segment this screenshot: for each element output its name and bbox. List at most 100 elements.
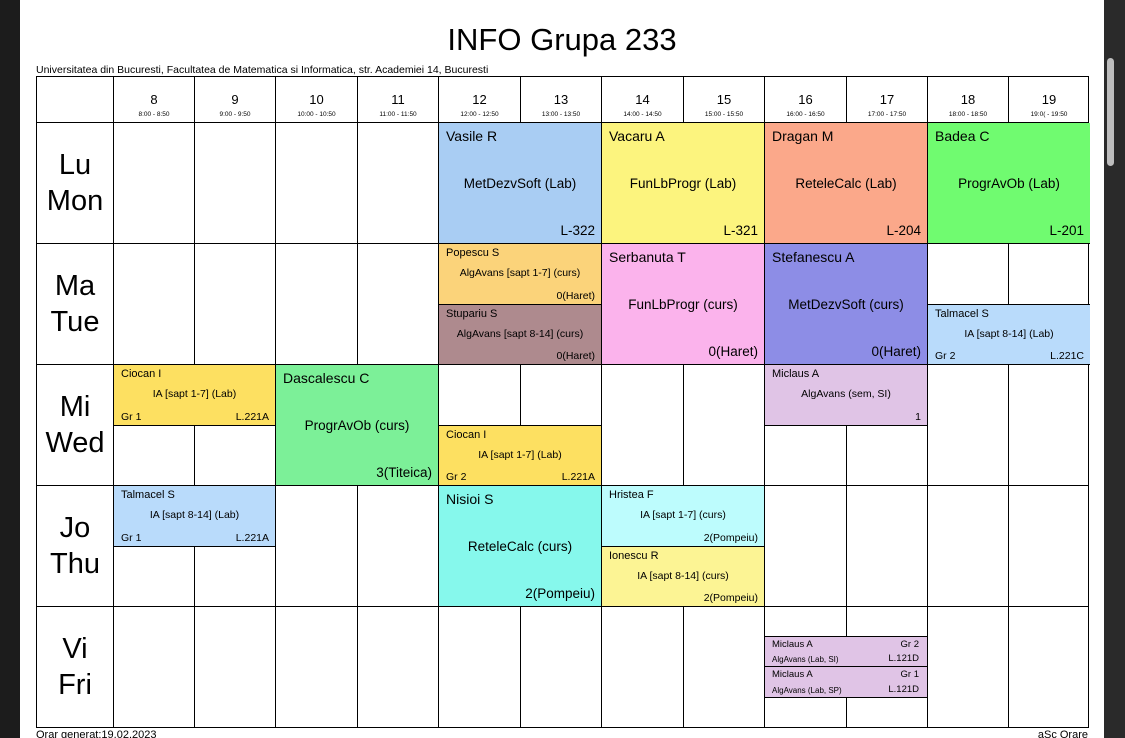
day-label-thu: Jo Thu: [37, 510, 113, 582]
room-label: L-201: [1049, 223, 1084, 238]
activity-block[interactable]: Dragan M ReteleCalc (Lab) L-204: [765, 123, 928, 244]
group-label: Gr 2: [446, 471, 467, 483]
subject-name: AlgAvans (sem, SI): [801, 388, 891, 400]
teacher-name: Miclaus A: [772, 368, 820, 380]
activity-block[interactable]: Ionescu R IA [sapt 8-14] (curs) 2(Pompei…: [602, 546, 765, 607]
hour-number: 13: [553, 92, 569, 107]
activity-block[interactable]: Badea C ProgrAvOb (Lab) L-201: [928, 123, 1090, 244]
subject-name: IA [sapt 1-7] (Lab): [478, 449, 562, 461]
subject-name: IA [sapt 8-14] (curs): [637, 570, 729, 582]
activity-block[interactable]: Hristea F IA [sapt 1-7] (curs) 2(Pompeiu…: [602, 486, 765, 547]
subject-name: AlgAvans (Lab, SI): [772, 655, 839, 664]
activity-block[interactable]: Ciocan I IA [sapt 1-7] (Lab) Gr 2 L.221A: [439, 425, 602, 486]
activity-block[interactable]: Popescu S AlgAvans [sapt 1-7] (curs) 0(H…: [439, 244, 602, 305]
teacher-name: Stupariu S: [446, 308, 498, 320]
room-label: L-322: [560, 223, 595, 238]
group-label: Gr 1: [900, 669, 919, 680]
room-label: 3(Titeica): [376, 465, 432, 480]
day-name-ro: Jo: [59, 512, 91, 544]
hour-time: 18:00 - 18:50: [948, 111, 988, 118]
subject-name: AlgAvans (Lab, SP): [772, 686, 842, 695]
hour-time: 11:00 - 11:50: [379, 111, 417, 118]
activity-block[interactable]: Miclaus A Gr 2 AlgAvans (Lab, SI) L.121D: [765, 636, 928, 667]
activity-block[interactable]: Stefanescu A MetDezvSoft (curs) 0(Haret): [765, 244, 928, 365]
hour-number: 12: [472, 92, 487, 107]
subject-name: FunLbProgr (curs): [628, 297, 738, 312]
activity-block[interactable]: Dascalescu C ProgrAvOb (curs) 3(Titeica): [276, 365, 439, 486]
hour-time: 17:00 - 17:50: [867, 111, 907, 118]
activity-block[interactable]: Talmacel S IA [sapt 8-14] (Lab) Gr 1 L.2…: [114, 486, 276, 547]
page-title: INFO Grupa 233: [447, 22, 677, 57]
day-label-fri: Vi Fri: [37, 631, 113, 703]
timetable-page: INFO Grupa 233 Universitatea din Bucures…: [20, 0, 1104, 738]
activity-block[interactable]: Ciocan I IA [sapt 1-7] (Lab) Gr 1 L.221A: [114, 365, 276, 426]
room-label: 1: [915, 411, 921, 423]
subject-name: ProgrAvOb (curs): [304, 418, 410, 433]
hour-number: 15: [716, 92, 732, 107]
room-label: L-204: [886, 223, 921, 238]
room-label: L-321: [723, 223, 758, 238]
day-name-en: Wed: [45, 427, 105, 459]
hour-number: 17: [879, 92, 895, 107]
activity-block[interactable]: Vasile R MetDezvSoft (Lab) L-322: [439, 123, 602, 244]
day-name-ro: Vi: [62, 633, 88, 665]
day-name-en: Thu: [50, 548, 100, 580]
hour-number: 16: [798, 92, 813, 107]
day-label-wed: Mi Wed: [37, 389, 113, 461]
teacher-name: Dascalescu C: [283, 370, 370, 386]
room-label: L.221A: [235, 411, 269, 423]
hour-number: 14: [635, 92, 650, 107]
teacher-name: Ciocan I: [121, 368, 162, 380]
generator-credit: aSc Orare: [1037, 729, 1088, 738]
hour-number: 19: [1041, 92, 1057, 107]
day-name-ro: Mi: [59, 391, 91, 423]
room-label: 2(Pompeiu): [703, 532, 758, 544]
activity-block[interactable]: Serbanuta T FunLbProgr (curs) 0(Haret): [602, 244, 765, 365]
subject-name: IA [sapt 8-14] (Lab): [149, 509, 240, 521]
subject-name: ReteleCalc (Lab): [795, 176, 897, 191]
room-label: 0(Haret): [708, 344, 758, 359]
room-label: 0(Haret): [556, 290, 595, 302]
activity-block[interactable]: Nisioi S ReteleCalc (curs) 2(Pompeiu): [439, 486, 602, 607]
day-name-ro: Ma: [54, 270, 96, 302]
group-label: Gr 2: [900, 639, 919, 650]
day-name-ro: Lu: [58, 149, 92, 181]
scrollbar-thumb[interactable]: [1107, 58, 1114, 166]
hour-time: 14:00 - 14:50: [623, 111, 662, 118]
teacher-name: Miclaus A: [772, 669, 813, 680]
hour-time: 15:00 - 15:50: [704, 111, 744, 118]
activity-block[interactable]: Stupariu S AlgAvans [sapt 8-14] (curs) 0…: [439, 305, 602, 365]
activity-block[interactable]: Vacaru A FunLbProgr (Lab) L-321: [602, 123, 765, 244]
hour-time: 10:00 - 10:50: [297, 111, 336, 118]
hour-time: 9:00 - 9:50: [219, 111, 251, 118]
teacher-name: Talmacel S: [121, 489, 175, 501]
hour-number: 10: [309, 92, 324, 107]
teacher-name: Dragan M: [772, 128, 834, 144]
teacher-name: Ciocan I: [446, 429, 487, 441]
subject-name: IA [sapt 8-14] (Lab): [964, 328, 1054, 340]
activity-block[interactable]: Talmacel S IA [sapt 8-14] (Lab) Gr 2 L.2…: [928, 304, 1090, 365]
subject-name: MetDezvSoft (curs): [788, 297, 904, 312]
room-label: L.121D: [888, 684, 919, 695]
day-name-en: Tue: [50, 306, 100, 338]
teacher-name: Talmacel S: [935, 308, 989, 320]
hour-time: 13:00 - 13:50: [541, 111, 581, 118]
subject-name: IA [sapt 1-7] (Lab): [152, 388, 237, 400]
activity-block[interactable]: Miclaus A Gr 1 AlgAvans (Lab, SP) L.121D: [765, 667, 928, 698]
subject-name: MetDezvSoft (Lab): [463, 176, 577, 191]
day-label-tue: Ma Tue: [37, 268, 113, 340]
hour-number: 11: [391, 92, 405, 107]
subject-name: IA [sapt 1-7] (curs): [640, 509, 726, 521]
teacher-name: Ionescu R: [609, 550, 659, 562]
hour-time: 19:0( - 19:50: [1030, 111, 1068, 118]
teacher-name: Stefanescu A: [772, 249, 855, 265]
generated-date: Orar generat:19.02.2023: [36, 729, 157, 738]
room-label: 2(Pompeiu): [703, 592, 758, 604]
day-name-en: Mon: [46, 185, 104, 217]
room-label: 2(Pompeiu): [525, 586, 595, 601]
teacher-name: Vacaru A: [609, 128, 665, 144]
university-address: Universitatea din Bucuresti, Facultatea …: [36, 64, 489, 76]
room-label: L.221C: [1050, 350, 1084, 362]
day-name-en: Fri: [58, 669, 92, 701]
activity-block[interactable]: Miclaus A AlgAvans (sem, SI) 1: [765, 365, 928, 426]
